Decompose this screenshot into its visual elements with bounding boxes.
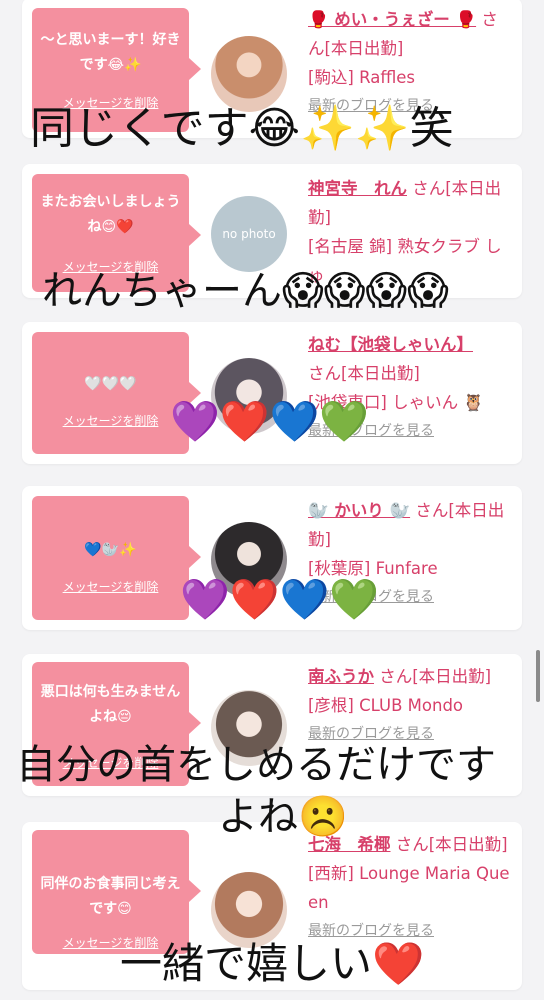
overlay-caption-3: 自分の首をしめるだけです [16,742,496,788]
cast-shop: [西新] Lounge Maria Queen [308,864,510,912]
overlay-caption-3-line2: よね☹️ [218,794,348,840]
cast-name-link[interactable]: 神宮寺 れん [308,179,407,198]
overlay-caption-2: れんちゃーん😱😱😱😱 [42,268,449,314]
cast-shop: [駒込] Raffles [308,68,416,87]
cast-info: 七海 希椰 さん[本日出勤] [西新] Lounge Maria Queen 最… [308,830,514,946]
cast-name-link[interactable]: 🥊 めい・うぇざー 🥊 [308,10,476,29]
scrollbar-thumb[interactable] [536,650,540,702]
overlay-caption-1: 同じくです😂✨✨笑 [30,103,454,154]
message-text: 同伴のお食事同じ考えです😊 [40,876,181,917]
message-text: 🤍🤍🤍 [84,376,137,392]
cast-shop: [彦根] CLUB Mondo [308,696,464,715]
message-bubble: 💙🦭✨ メッセージを削除 [32,496,201,620]
cast-status: さん[本日出勤] [379,667,492,686]
message-text: またお会いしましょうね😊❤️ [40,194,181,235]
cast-name-link[interactable]: 🦭 かいり 🦭 [308,501,410,520]
cast-name-link[interactable]: 南ふうか [308,667,374,686]
delete-message-link[interactable]: メッセージを削除 [32,578,189,595]
cast-name-link[interactable]: ねむ【池袋しゃいん】 [308,335,473,354]
overlay-hearts-1: 💜❤️💙💚 [170,399,370,445]
message-text: 💙🦭✨ [84,542,137,558]
overlay-caption-4: 一緒で嬉しい❤️ [120,939,425,988]
delete-message-link[interactable]: メッセージを削除 [32,412,189,429]
message-bubble: 🤍🤍🤍 メッセージを削除 [32,332,201,454]
cast-status: さん[本日出勤] [395,835,508,854]
overlay-hearts-2: 💜❤️💙💚 [180,577,380,623]
message-text: 〜と思いまーす！好きです😂✨ [40,32,181,73]
cast-status: さん[本日出勤] [308,364,420,383]
message-text: 悪口は何も生みませんよね😔 [40,684,181,725]
